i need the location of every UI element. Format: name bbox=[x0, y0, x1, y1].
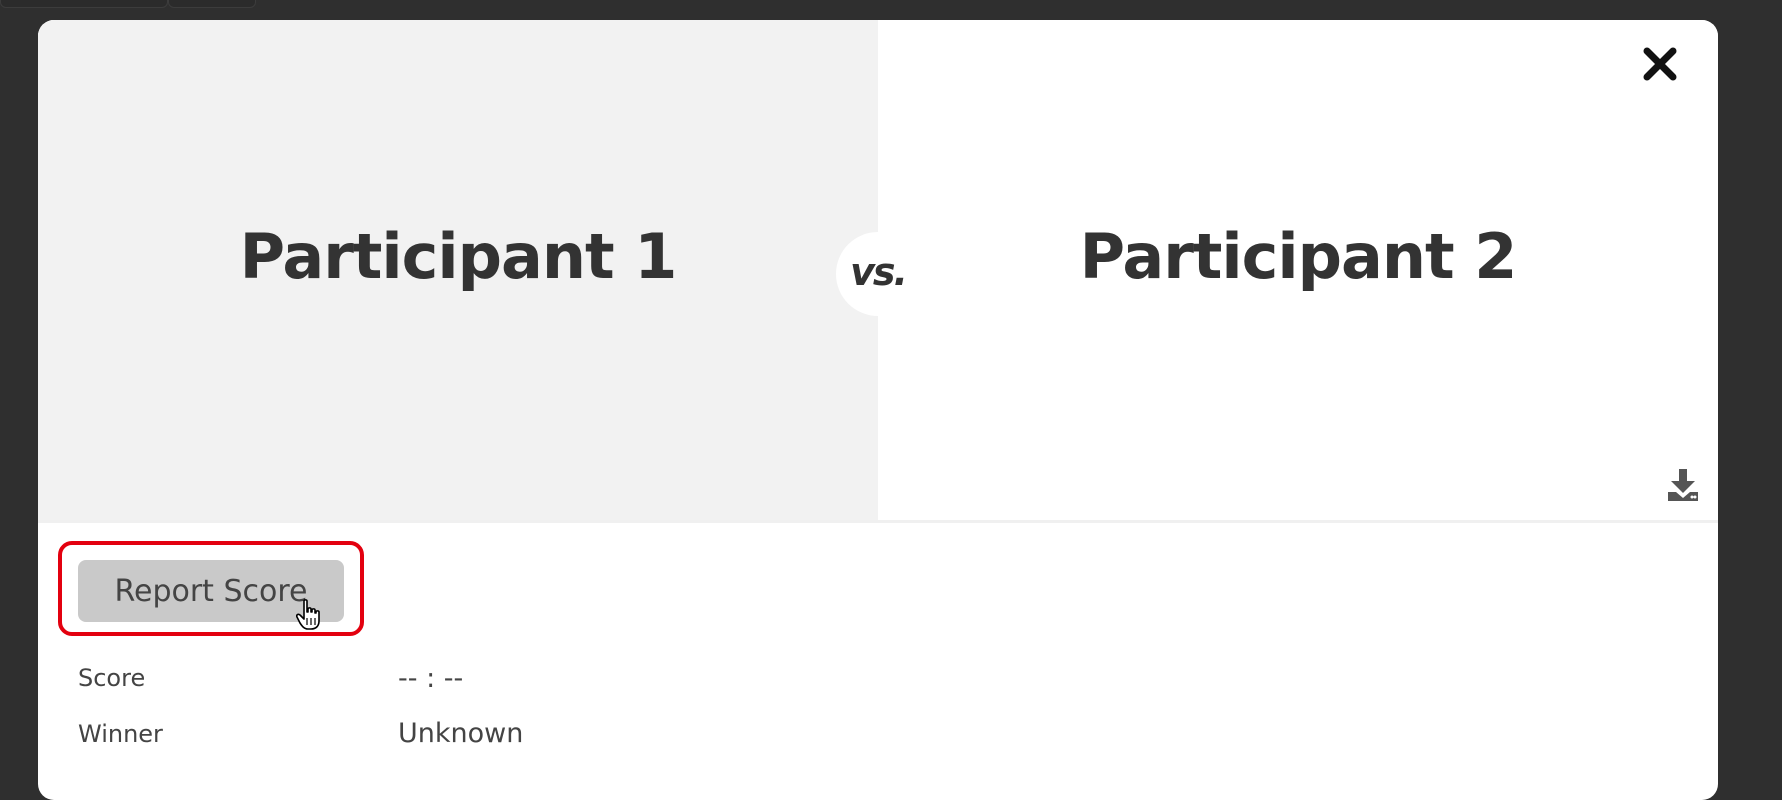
match-hero: Participant 1 Participant 2 vs. bbox=[38, 20, 1718, 523]
download-icon bbox=[1668, 469, 1698, 501]
participant-2-name: Participant 2 bbox=[1079, 220, 1518, 293]
hand-cursor-icon bbox=[296, 599, 320, 630]
background-tab bbox=[0, 0, 168, 8]
close-button[interactable] bbox=[1638, 42, 1682, 86]
score-label: Score bbox=[78, 664, 146, 692]
participant-1-name: Participant 1 bbox=[239, 220, 678, 293]
background-tab bbox=[168, 0, 256, 8]
score-value: -- : -- bbox=[398, 663, 464, 694]
vs-label: vs. bbox=[850, 250, 908, 294]
winner-value: Unknown bbox=[398, 718, 524, 749]
match-modal: Participant 1 Participant 2 vs. Report S… bbox=[38, 20, 1718, 800]
winner-label: Winner bbox=[78, 720, 163, 748]
close-icon bbox=[1643, 47, 1677, 81]
download-button[interactable] bbox=[1666, 468, 1700, 502]
